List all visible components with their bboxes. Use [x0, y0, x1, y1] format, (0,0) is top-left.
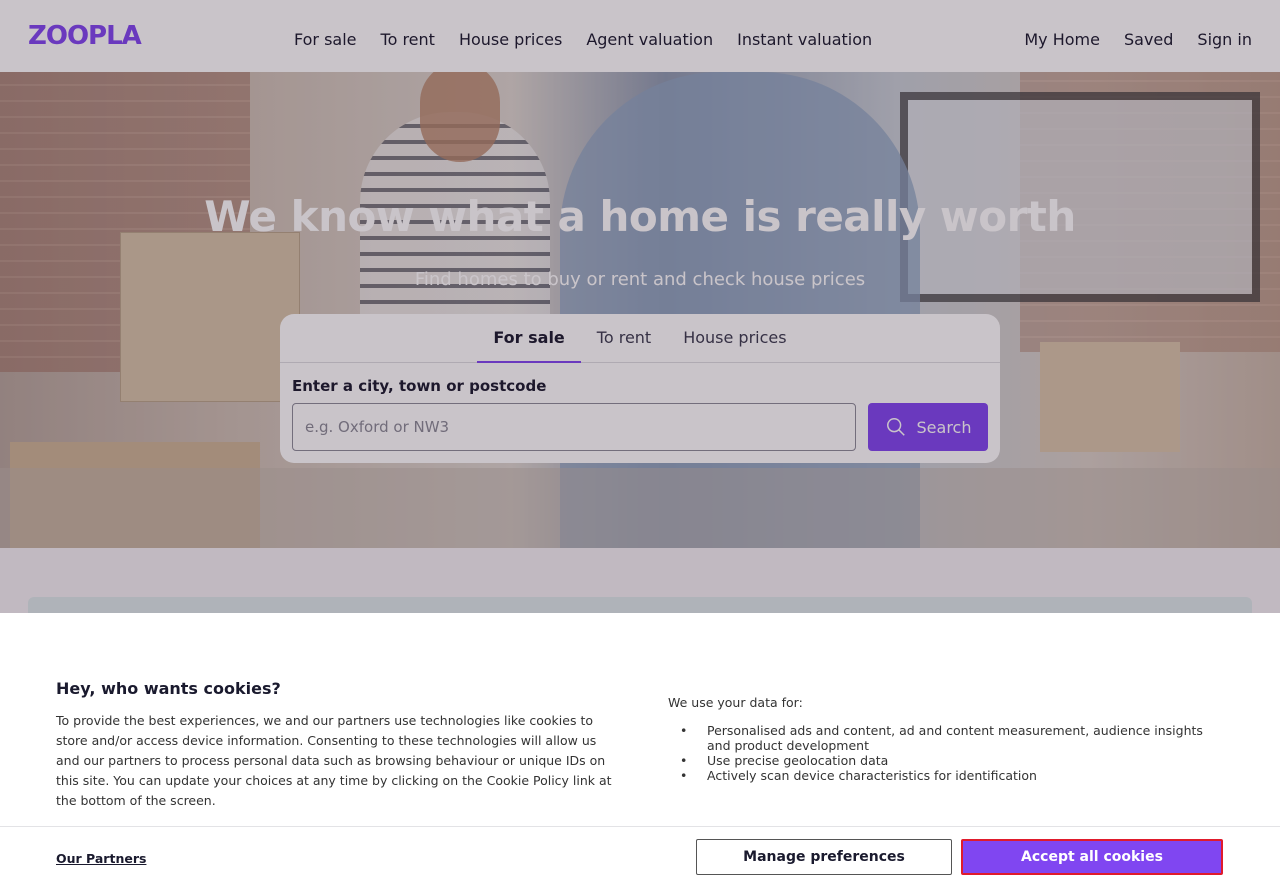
- cookie-description: To provide the best experiences, we and …: [56, 713, 612, 808]
- data-use-list: Personalised ads and content, ad and con…: [668, 723, 1228, 783]
- divider: [0, 826, 1280, 827]
- our-partners-link[interactable]: Our Partners: [56, 851, 146, 866]
- data-use-label: We use your data for:: [668, 695, 803, 710]
- list-item: Personalised ads and content, ad and con…: [668, 723, 1228, 753]
- cookie-title: Hey, who wants cookies?: [56, 679, 281, 698]
- list-item: Actively scan device characteristics for…: [668, 768, 1228, 783]
- cookie-banner: Hey, who wants cookies? To provide the b…: [0, 613, 1280, 887]
- list-item: Use precise geolocation data: [668, 753, 1228, 768]
- accept-all-cookies-button[interactable]: Accept all cookies: [961, 839, 1223, 875]
- modal-overlay: [0, 0, 1280, 613]
- manage-preferences-button[interactable]: Manage preferences: [696, 839, 952, 875]
